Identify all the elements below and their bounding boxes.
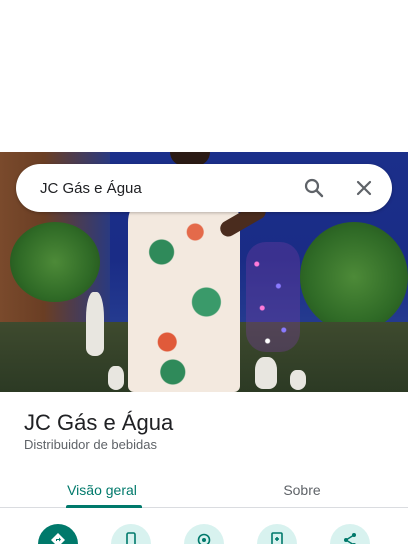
phone-icon — [123, 532, 139, 544]
search-bar[interactable]: JC Gás e Água — [16, 164, 392, 212]
nearby-button[interactable] — [184, 524, 224, 544]
search-input[interactable]: JC Gás e Água — [40, 180, 302, 197]
map-top-area — [0, 0, 408, 152]
place-category: Distribuidor de bebidas — [24, 437, 157, 452]
share-icon — [342, 532, 358, 544]
directions-icon — [50, 532, 66, 544]
tab-overview[interactable]: Visão geral — [0, 472, 204, 508]
directions-button[interactable] — [38, 524, 78, 544]
search-icon[interactable] — [302, 176, 326, 200]
active-tab-indicator — [66, 505, 142, 508]
save-button[interactable] — [257, 524, 297, 544]
place-name: JC Gás e Água — [24, 410, 174, 435]
christmas-lights — [246, 242, 300, 352]
tab-bar: Visão geral Sobre — [0, 472, 408, 508]
tab-about[interactable]: Sobre — [204, 472, 400, 508]
action-buttons — [0, 520, 408, 544]
save-icon — [269, 532, 285, 544]
place-info-panel: JC Gás e Água Distribuidor de bebidas Vi… — [0, 392, 408, 544]
location-icon — [196, 532, 212, 544]
share-button[interactable] — [330, 524, 370, 544]
call-button[interactable] — [111, 524, 151, 544]
close-icon[interactable] — [352, 176, 376, 200]
